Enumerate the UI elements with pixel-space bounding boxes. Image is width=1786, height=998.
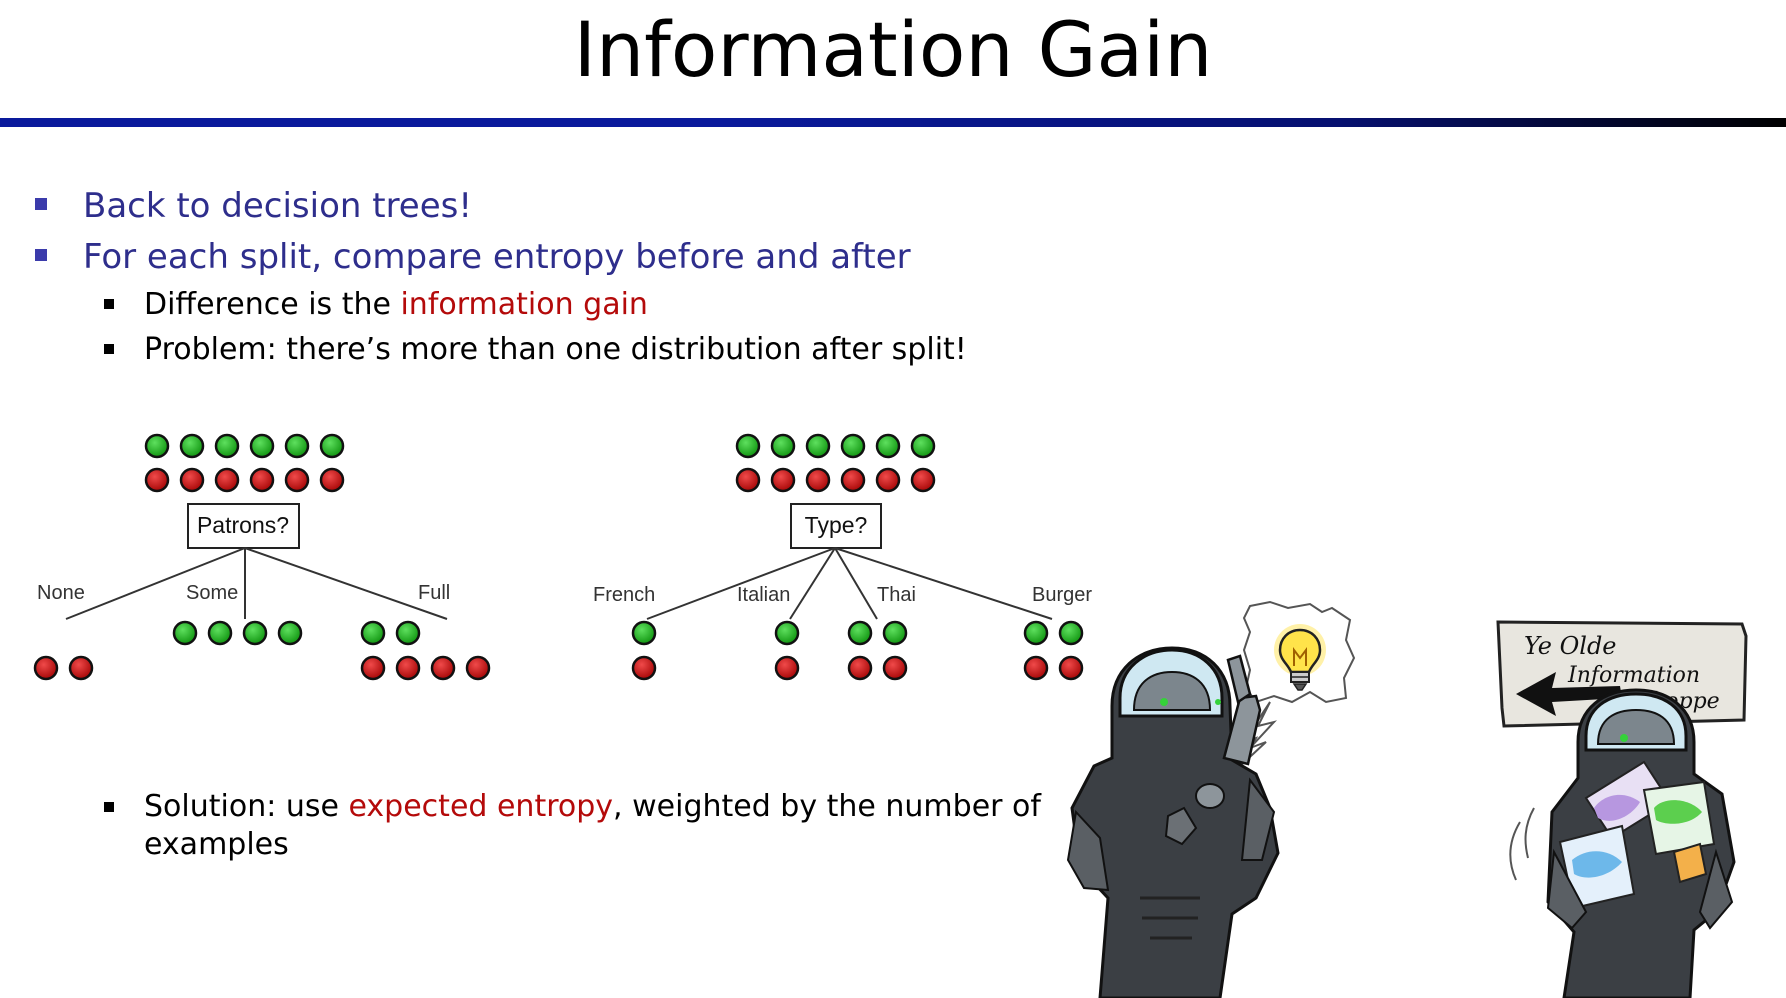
positive-example-dot (882, 620, 908, 646)
positive-example-dot (735, 433, 761, 459)
branch-label-thai: Thai (877, 584, 916, 606)
branch-label-some: Some (186, 582, 238, 604)
positive-example-dot (319, 433, 345, 459)
branch-line (244, 547, 448, 620)
leaf-french (631, 620, 657, 681)
positive-example-dot (875, 433, 901, 459)
robot-body (1066, 646, 1280, 998)
branch-line (834, 547, 1053, 620)
negative-example-dot (68, 655, 94, 681)
leaf-full (360, 620, 491, 681)
negative-example-dot (875, 467, 901, 493)
branch-line (789, 547, 836, 620)
negative-example-dot (249, 467, 275, 493)
branch-label-none: None (37, 582, 85, 604)
branch-label-italian: Italian (737, 584, 790, 606)
negative-example-dot (360, 655, 386, 681)
positive-example-dot (277, 620, 303, 646)
negative-example-dot (319, 467, 345, 493)
negative-example-dot (882, 655, 908, 681)
tree-type: Type? French Italian Thai Burger (593, 433, 1092, 681)
leaf-some (172, 620, 303, 646)
negative-example-dot (144, 467, 170, 493)
sign-line-1: Ye Olde (1524, 632, 1617, 660)
positive-example-dot (249, 433, 275, 459)
positive-example-dot (179, 433, 205, 459)
branch-label-full: Full (418, 582, 450, 604)
positive-example-dot (847, 620, 873, 646)
leaf-thai (847, 620, 908, 681)
leaf-italian (774, 620, 800, 681)
sign-line-2: Information (1567, 663, 1700, 688)
positive-example-dot (144, 433, 170, 459)
tree-patrons: Patrons? None Some Full (33, 433, 491, 681)
negative-example-dot (774, 655, 800, 681)
positive-example-dot (395, 620, 421, 646)
type-node-label: Type? (805, 512, 868, 538)
positive-example-dot (631, 620, 657, 646)
positive-example-dot (910, 433, 936, 459)
positive-example-dot (207, 620, 233, 646)
negative-example-dot (465, 655, 491, 681)
negative-example-dot (179, 467, 205, 493)
robot-shoppe-illustration: Ye Olde Information Shoppe (1496, 620, 1748, 998)
negative-example-dot (770, 467, 796, 493)
positive-example-dot (284, 433, 310, 459)
positive-example-dot (840, 433, 866, 459)
negative-example-dot (805, 467, 831, 493)
positive-example-dot (774, 620, 800, 646)
robot-body (1509, 688, 1736, 998)
negative-example-dot (430, 655, 456, 681)
leaf-none (33, 655, 94, 681)
negative-example-dot (847, 655, 873, 681)
negative-example-dot (1023, 655, 1049, 681)
positive-example-dot (805, 433, 831, 459)
positive-example-dot (214, 433, 240, 459)
positive-example-dot (770, 433, 796, 459)
negative-example-dot (214, 467, 240, 493)
negative-example-dot (631, 655, 657, 681)
positive-example-dot (242, 620, 268, 646)
negative-example-dot (735, 467, 761, 493)
positive-example-dot (172, 620, 198, 646)
robot-idea-illustration (1066, 600, 1356, 998)
negative-example-dot (910, 467, 936, 493)
patrons-node-label: Patrons? (197, 512, 289, 538)
positive-example-dot (1023, 620, 1049, 646)
negative-example-dot (395, 655, 421, 681)
negative-example-dot (33, 655, 59, 681)
negative-example-dot (840, 467, 866, 493)
negative-example-dot (284, 467, 310, 493)
branch-label-french: French (593, 584, 655, 606)
positive-example-dot (360, 620, 386, 646)
